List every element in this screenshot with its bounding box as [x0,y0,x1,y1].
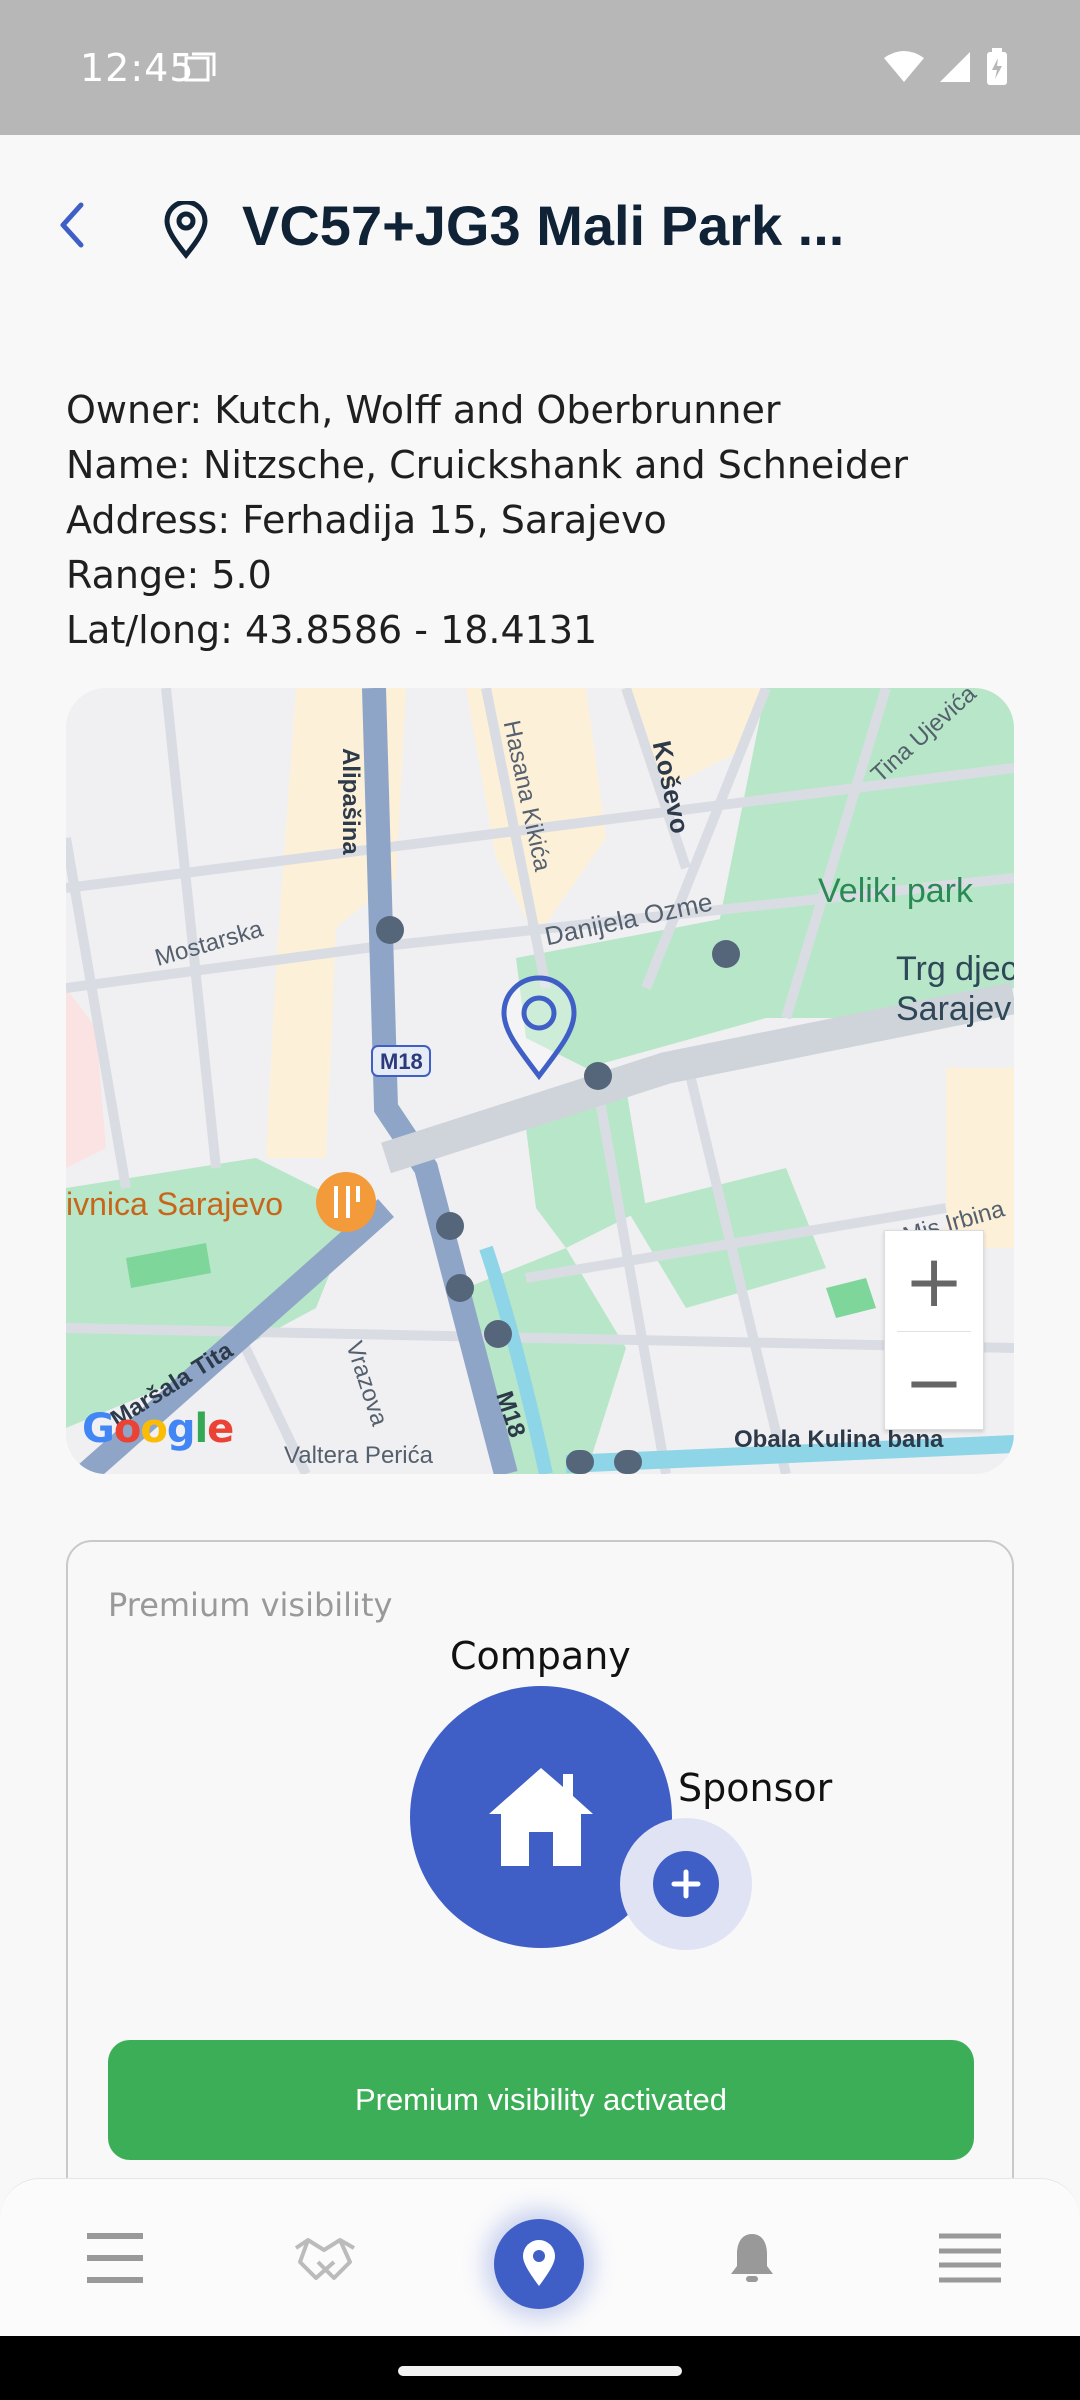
nav-map[interactable] [494,2219,584,2309]
map-label: Valtera Perića [284,1442,433,1469]
menu-icon [87,2233,143,2283]
location-details: Owner: Kutch, Wolff and Oberbrunner Name… [66,383,1026,658]
map-label: ivnica Sarajevo [66,1186,283,1222]
plus-icon [653,1851,719,1917]
wifi-icon [884,50,924,89]
map-label: Sarajev [896,990,1012,1028]
name-text: Name: Nitzsche, Cruickshank and Schneide… [66,443,908,487]
owner-text: Owner: Kutch, Wolff and Oberbrunner [66,388,781,432]
map-label: M18 [380,1049,423,1074]
status-icons [884,48,1008,91]
map-view[interactable]: Alipašina Hasana Kikića Koševo Tina Ujev… [66,688,1014,1474]
address-text: Address: Ferhadija 15, Sarajevo [66,498,667,542]
page-title: VC57+JG3 Mali Park ... [242,194,845,257]
status-time: 12:45 [80,46,195,90]
home-indicator[interactable] [398,2366,682,2376]
list-icon [939,2233,1001,2283]
add-sponsor-button[interactable] [620,1818,752,1950]
home-icon [489,1768,593,1866]
map-label: Trg djec [896,950,1014,988]
location-pin-icon [523,2240,555,2286]
screenshot-icon [184,52,216,82]
range-text: Range: 5.0 [66,553,272,597]
back-button[interactable] [50,195,94,255]
location-pin-icon [163,199,209,259]
status-bar: 12:45 [0,0,1080,135]
bell-icon [731,2234,773,2282]
handshake-icon [294,2238,355,2280]
signal-icon [938,50,972,89]
sponsor-label: Sponsor [678,1766,833,1810]
nav-list[interactable] [934,2179,1006,2337]
nav-menu[interactable] [80,2179,150,2337]
chevron-left-icon [60,202,84,248]
map-label: Veliki park [818,872,973,910]
company-label: Company [450,1634,631,1678]
zoom-controls: + − [884,1230,984,1430]
nav-notifications[interactable] [722,2179,782,2337]
battery-icon [986,48,1008,91]
zoom-out-button[interactable]: − [885,1332,983,1432]
map-label: Alipašina [337,748,364,855]
google-logo: Google [82,1406,234,1452]
latlong-text: Lat/long: 43.8586 - 18.4131 [66,608,598,652]
bottom-nav [0,2178,1080,2336]
premium-activated-button[interactable]: Premium visibility activated [108,2040,974,2160]
premium-visibility-label: Premium visibility [108,1586,393,1624]
header: VC57+JG3 Mali Park ... [0,135,1080,320]
nav-deals[interactable] [290,2179,360,2337]
system-nav-bar [0,2336,1080,2400]
zoom-in-button[interactable]: + [885,1231,983,1331]
